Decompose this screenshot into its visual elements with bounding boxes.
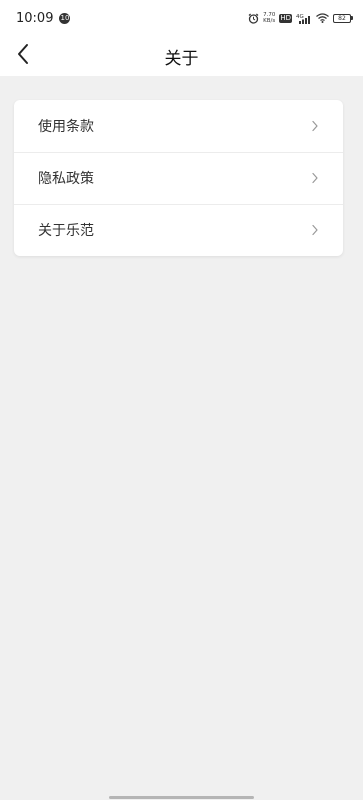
menu-item-label: 隐私政策 (38, 171, 94, 187)
notification-badge: 10 (59, 12, 71, 24)
chevron-left-icon (16, 43, 30, 69)
signal-label: 4G (296, 14, 304, 20)
status-right: 7.70 KB/s HD 4G 82 (248, 12, 353, 24)
alarm-icon (248, 13, 259, 24)
status-bar: 10:09 10 7.70 KB/s HD 4G 82 (0, 0, 363, 36)
battery-level: 82 (333, 13, 351, 23)
wifi-icon (316, 13, 329, 23)
about-menu-card: 使用条款 隐私政策 关于乐范 (14, 100, 343, 256)
menu-item-terms-of-use[interactable]: 使用条款 (14, 100, 343, 152)
menu-item-privacy-policy[interactable]: 隐私政策 (14, 152, 343, 204)
page-title: 关于 (164, 48, 199, 69)
chevron-right-icon (311, 224, 319, 236)
menu-item-label: 使用条款 (38, 119, 94, 135)
chevron-right-icon (311, 172, 319, 184)
battery-tip (351, 16, 353, 20)
signal-icon: 4G (296, 13, 312, 24)
status-left: 10:09 10 (16, 10, 71, 26)
nav-bar: 关于 (0, 36, 363, 76)
chevron-right-icon (311, 120, 319, 132)
net-speed: 7.70 KB/s (263, 12, 275, 24)
home-indicator[interactable] (109, 796, 254, 799)
hd-badge: HD (279, 13, 292, 23)
back-button[interactable] (8, 40, 38, 72)
net-speed-unit: KB/s (263, 18, 276, 24)
battery-icon: 82 (333, 13, 353, 23)
menu-item-label: 关于乐范 (38, 223, 94, 239)
status-time: 10:09 (16, 10, 54, 26)
menu-item-about-lefan[interactable]: 关于乐范 (14, 204, 343, 256)
